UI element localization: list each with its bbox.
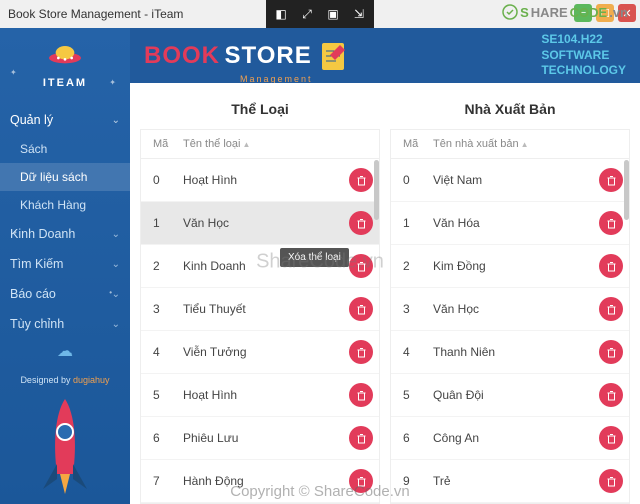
nav-item[interactable]: Sách [0,135,130,163]
delete-button[interactable] [599,168,623,192]
delete-button[interactable] [349,297,373,321]
nav-item[interactable]: Dữ liệu sách [0,163,130,191]
panel-categories: Thể Loại Mã Tên thể loại▲ 0Hoạt Hình1Văn… [140,95,380,504]
header-info: SOFTWARE [541,48,626,64]
ufo-icon [45,40,85,68]
chevron-down-icon: ⌄ [112,115,120,126]
delete-tooltip: Xóa thể loại [280,248,349,267]
scrollbar[interactable] [624,160,629,220]
scrollbar[interactable] [374,160,379,220]
table-row[interactable]: 7Hành Động [141,460,379,503]
sharecode-watermark: SHARECODE.vn [502,4,628,20]
table-row[interactable]: 4Viễn Tưởng [141,331,379,374]
delete-button[interactable] [349,254,373,278]
table-row[interactable]: 9Trẻ [391,460,629,503]
logo-text: ITEAM [0,77,130,89]
chevron-down-icon: ⌄ [112,289,120,300]
table-row[interactable]: 6Phiêu Lưu [141,417,379,460]
table-header: Mã Tên thể loại▲ [141,130,379,159]
logo-area: ITEAM [0,28,130,97]
table-row[interactable]: 6Công An [391,417,629,460]
chevron-down-icon: ⌄ [112,229,120,240]
delete-button[interactable] [349,426,373,450]
delete-button[interactable] [349,168,373,192]
delete-button[interactable] [349,469,373,493]
rocket-icon [25,394,105,504]
header-info: SE104.H22 [541,32,626,48]
table-row[interactable]: 5Quân Đội [391,374,629,417]
app-header: BOOK STORE Management SE104.H22 SOFTWARE… [130,28,640,83]
table-header: Mã Tên nhà xuất bản▲ [391,130,629,159]
chevron-down-icon: ⌄ [112,319,120,330]
table-row[interactable]: 1Văn Học [141,202,379,245]
delete-button[interactable] [599,211,623,235]
notepad-icon [318,39,348,73]
table-row[interactable]: 5Hoạt Hình [141,374,379,417]
table-row[interactable]: 0Hoạt Hình [141,159,379,202]
table-row[interactable]: 3Văn Học [391,288,629,331]
delete-button[interactable] [349,211,373,235]
nav-group[interactable]: Tùy chỉnh⌄ [0,309,130,339]
nav-group[interactable]: Báo cáo⌄ [0,279,130,309]
dev-tool-icon[interactable]: ⤢ [294,2,320,26]
credit-link[interactable]: dugiahuy [73,375,110,385]
delete-button[interactable] [599,340,623,364]
panel-publishers: Nhà Xuất Bản Mã Tên nhà xuất bản▲ 0Việt … [390,95,630,504]
delete-button[interactable] [349,340,373,364]
dev-tool-icon[interactable]: ▣ [320,2,346,26]
chevron-down-icon: ⌄ [112,259,120,270]
brand-book: BOOK [144,42,220,70]
delete-button[interactable] [599,254,623,278]
window-title: Book Store Management - iTeam [8,7,183,21]
delete-button[interactable] [599,469,623,493]
dev-tool-icon[interactable]: ⇲ [346,2,372,26]
table-row[interactable]: 2Kim Đồng [391,245,629,288]
nav-group[interactable]: Kinh Doanh⌄ [0,219,130,249]
dev-tool-icon[interactable]: ◧ [268,2,294,26]
dev-toolbar: ◧ ⤢ ▣ ⇲ [266,0,374,28]
brand-store: STORE [224,42,311,70]
cloud-icon: ☁ [0,341,130,361]
table-row[interactable]: 4Thanh Niên [391,331,629,374]
delete-button[interactable] [599,297,623,321]
delete-button[interactable] [349,383,373,407]
nav-group[interactable]: Quản lý⌄ [0,105,130,135]
nav-group[interactable]: Tìm Kiếm⌄ [0,249,130,279]
sidebar: ✦ ✦ • • ITEAM Quản lý⌄SáchDữ liệu sáchKh… [0,28,130,504]
table-row[interactable]: 1Văn Hóa [391,202,629,245]
delete-button[interactable] [599,426,623,450]
credit: Designed by dugiahuy [0,375,130,385]
delete-button[interactable] [599,383,623,407]
sharecode-icon [502,4,518,20]
nav-item[interactable]: Khách Hàng [0,191,130,219]
table-row[interactable]: 3Tiểu Thuyết [141,288,379,331]
panel-title: Thể Loại [140,95,380,129]
panel-title: Nhà Xuất Bản [390,95,630,129]
table-row[interactable]: 0Việt Nam [391,159,629,202]
header-info: TECHNOLOGY [541,63,626,79]
